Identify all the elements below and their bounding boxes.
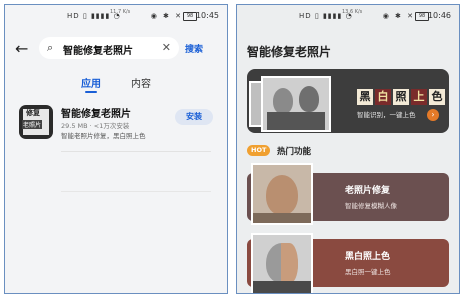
app-description: 智能老照片修复，黑白照上色 [61,132,146,140]
tab-apps[interactable]: 应用 [81,75,101,90]
status-bar: HD ▯ ▮▮▮▮ ◔ 13.6 K/s ◉ ✱ ✕ 98 10:46 [237,5,459,27]
banner-subtitle: 智能识别，一键上色 [357,111,416,119]
couple-photo [261,76,331,132]
feature-name: 黑白照上色 [345,252,391,262]
search-button[interactable]: 搜索 [185,42,203,55]
banner-char: 上 [411,89,427,105]
feature-desc: 黑白照一键上色 [345,268,391,276]
app-meta: 29.5 MB · <1万次安装 [61,122,130,130]
elderly-woman-photo [251,163,313,225]
app-icon[interactable]: 修复 老照片 [19,105,53,139]
battery-icon: 98 [415,12,429,21]
install-button[interactable]: 安装 [175,109,213,125]
status-bar: HD ▯ ▮▮▮▮ ◔ 11.7 K/s ◉ ✱ ✕ 98 10:45 [5,5,227,27]
feature-desc: 智能修复模糊人像 [345,202,397,210]
clock: 10:45 [195,11,219,20]
app-home-screen: HD ▯ ▮▮▮▮ ◔ 13.6 K/s ◉ ✱ ✕ 98 10:46 智能修复… [236,4,460,294]
banner-char: 照 [393,89,409,105]
clock: 10:46 [427,11,451,20]
tab-content[interactable]: 内容 [131,75,151,90]
arrow-right-icon[interactable]: › [427,109,439,121]
status-icons: ◉ ✱ ✕ [382,12,415,20]
clear-icon[interactable]: ✕ [162,41,171,54]
divider [61,191,211,192]
network-speed: 13.6 K/s [342,9,363,15]
banner-title: 黑白照上色 [357,85,447,105]
hot-badge: HOT [247,145,271,156]
search-input[interactable]: ⌕ 智能修复老照片 ✕ [39,37,179,59]
banner-char: 黑 [357,89,373,105]
search-screen: HD ▯ ▮▮▮▮ ◔ 11.7 K/s ◉ ✱ ✕ 98 10:45 ← ⌕ … [4,4,228,294]
banner-char: 色 [429,89,445,105]
feature-name: 老照片修复 [345,186,391,196]
divider [61,151,211,152]
back-arrow-icon[interactable]: ← [15,39,28,58]
status-icons: ◉ ✱ ✕ [150,12,183,20]
active-tab-indicator [85,91,97,93]
page-title: 智能修复老照片 [247,45,332,59]
colorize-banner[interactable]: 黑白照上色 智能识别，一键上色 › [247,69,449,133]
search-icon: ⌕ [47,41,54,54]
section-title: 热门功能 [277,147,312,157]
network-speed: 11.7 K/s [110,9,131,15]
app-icon-text: 修复 [26,109,40,117]
app-name[interactable]: 智能修复老照片 [61,105,131,120]
search-query: 智能修复老照片 [63,46,133,57]
battery-icon: 98 [183,12,197,21]
app-icon-subtext: 老照片 [22,120,43,129]
banner-char: 白 [375,89,391,105]
elderly-man-photo [251,233,313,293]
